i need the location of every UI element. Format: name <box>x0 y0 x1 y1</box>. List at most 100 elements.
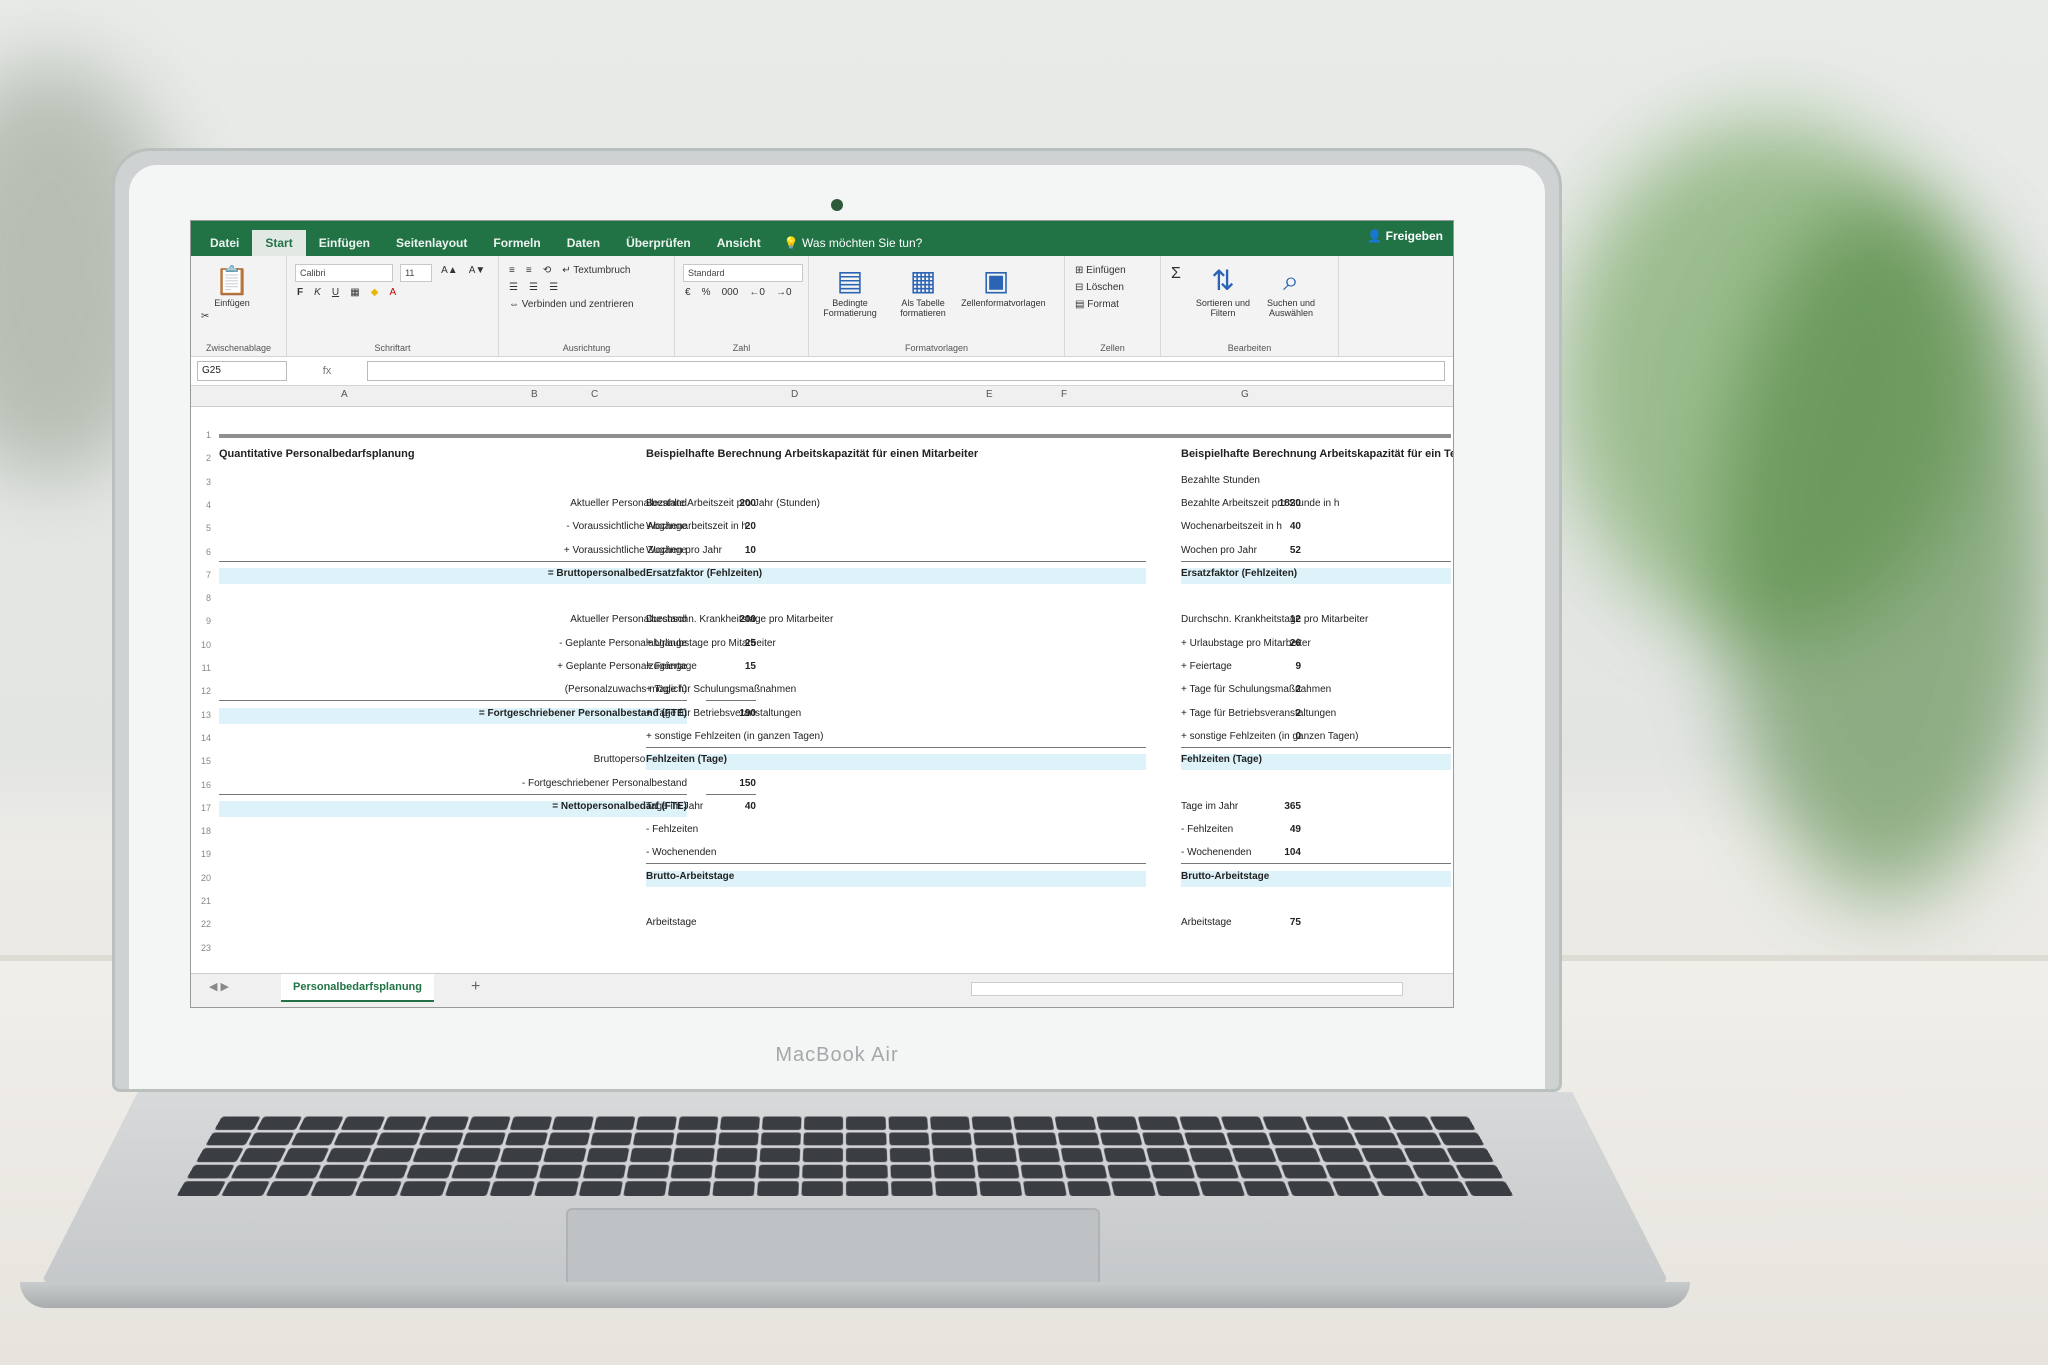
currency-button[interactable]: € <box>682 286 694 299</box>
row-label[interactable]: Ersatzfaktor (Fehlzeiten) <box>1181 567 1451 584</box>
conditional-formatting-button[interactable]: ▤ Bedingte Formatierung <box>815 264 885 318</box>
row-header[interactable]: 7 <box>193 570 211 580</box>
row-label[interactable]: Wochen pro Jahr <box>646 545 1146 562</box>
shrink-font-icon[interactable]: A▼ <box>466 264 489 277</box>
row-header[interactable]: 12 <box>193 686 211 696</box>
ribbon-tab[interactable]: Datei <box>197 230 252 256</box>
row-label[interactable]: Tage im Jahr <box>646 801 1146 817</box>
grow-font-icon[interactable]: A▲ <box>438 264 461 277</box>
row-label[interactable]: Arbeitstage <box>1181 917 1451 933</box>
ribbon-tab[interactable]: Überprüfen <box>613 230 704 256</box>
font-name-select[interactable]: Calibri <box>295 264 393 282</box>
row-header[interactable]: 15 <box>193 756 211 766</box>
cut-icon[interactable]: ✂ <box>198 310 212 323</box>
format-as-table-button[interactable]: ▦ Als Tabelle formatieren <box>888 264 958 318</box>
row-label[interactable]: + Urlaubstage pro Mitarbeiter <box>646 638 1146 654</box>
row-label[interactable]: Bezahlte Arbeitszeit pro Stunde in h <box>1181 498 1451 514</box>
row-label[interactable]: + sonstige Fehlzeiten (in ganzen Tagen) <box>1181 731 1451 748</box>
row-header[interactable]: 3 <box>193 477 211 487</box>
underline-button[interactable]: U <box>329 286 342 299</box>
row-label[interactable]: + Urlaubstage pro Mitarbeiter <box>1181 638 1451 654</box>
sheet-grid[interactable]: 1 2 3 4 5 6 7 8 9 10 11 12 13 14 15 16 17 18 19 20 21 22 23 Qua… <box>191 426 1453 974</box>
row-label[interactable]: + Tage für Betriebsveranstaltungen <box>646 708 1146 724</box>
sheet-tab[interactable]: Personalbedarfsplanung <box>281 974 434 1002</box>
row-header[interactable]: 22 <box>193 919 211 929</box>
italic-button[interactable]: K <box>311 286 324 299</box>
row-header[interactable]: 17 <box>193 803 211 813</box>
row-label[interactable]: Aktueller Personalbestand <box>219 614 687 630</box>
row-label[interactable]: = Bruttopersonalbedarf (FTE) <box>219 567 687 584</box>
add-sheet-button[interactable]: + <box>471 978 480 996</box>
row-label[interactable]: Bruttopersonalbedarf <box>219 754 687 770</box>
decrease-decimal-icon[interactable]: →0 <box>773 286 795 299</box>
sheet-nav-icon[interactable]: ◀ ▶ <box>209 980 229 993</box>
row-label[interactable]: - Wochenenden <box>1181 847 1451 865</box>
row-label[interactable]: - Fehlzeiten <box>646 824 1146 840</box>
row-header[interactable]: 18 <box>193 826 211 836</box>
align-left-icon[interactable]: ☰ <box>506 281 521 294</box>
row-label[interactable]: + Tage für Schulungsmaßnahmen <box>1181 684 1451 700</box>
column-header[interactable]: B <box>531 389 538 400</box>
row-label[interactable]: Durchschn. Krankheitstage pro Mitarbeite… <box>646 614 1146 630</box>
align-top-icon[interactable]: ≡ <box>506 264 518 277</box>
row-label[interactable]: = Fortgeschriebener Personalbestand (FTE… <box>219 707 687 724</box>
row-label[interactable]: Wochenarbeitszeit in h <box>646 521 1146 537</box>
column-header[interactable]: G <box>1241 389 1249 400</box>
row-label[interactable]: + sonstige Fehlzeiten (in ganzen Tagen) <box>646 731 1146 748</box>
ribbon-tab[interactable]: Start <box>252 230 306 256</box>
row-label[interactable]: Durchschn. Krankheitstage pro Mitarbeite… <box>1181 614 1451 630</box>
row-header[interactable]: 13 <box>193 710 211 720</box>
share-button[interactable]: 👤 Freigeben <box>1367 229 1443 243</box>
cell-styles-button[interactable]: ▣ Zellenformatvorlagen <box>961 264 1046 308</box>
column-header[interactable]: D <box>791 389 798 400</box>
ribbon-tab[interactable]: Seitenlayout <box>383 230 480 256</box>
row-label[interactable]: Fehlzeiten (Tage) <box>646 754 1146 771</box>
row-label[interactable]: - Voraussichtliche Abgänge <box>219 521 687 537</box>
tell-me-search[interactable]: 💡 Was möchten Sie tun? <box>774 230 933 256</box>
row-header[interactable]: 19 <box>193 849 211 859</box>
row-label[interactable]: + Feiertage <box>1181 661 1451 677</box>
row-label[interactable]: - Wochenenden <box>646 847 1146 865</box>
row-label[interactable]: + Feiertage <box>646 661 1146 677</box>
border-icon[interactable]: ▦ <box>347 286 362 299</box>
percent-button[interactable]: % <box>699 286 714 299</box>
row-label[interactable]: Bezahlte Stunden <box>1181 475 1451 491</box>
sort-filter-button[interactable]: ⇅ Sortieren und Filtern <box>1188 264 1258 318</box>
align-center-icon[interactable]: ☰ <box>526 281 541 294</box>
ribbon-tab[interactable]: Formeln <box>480 230 553 256</box>
row-label[interactable]: Tage im Jahr <box>1181 801 1451 817</box>
ribbon-tab[interactable]: Ansicht <box>704 230 774 256</box>
row-label[interactable]: + Geplante Personalzugänge <box>219 661 687 677</box>
horizontal-scrollbar[interactable] <box>971 982 1403 996</box>
bold-button[interactable]: F <box>294 286 306 299</box>
wrap-text-button[interactable]: ↵ Textumbruch <box>559 264 633 277</box>
fx-icon[interactable]: fx <box>287 365 367 377</box>
thousands-button[interactable]: 000 <box>719 286 742 299</box>
row-header[interactable]: 21 <box>193 896 211 906</box>
name-box[interactable]: G25 <box>197 361 287 381</box>
column-header[interactable]: E <box>986 389 993 400</box>
row-label[interactable]: Aktueller Personalbestand <box>219 498 687 514</box>
orientation-icon[interactable]: ⟲ <box>540 264 554 277</box>
row-label[interactable]: Bezahlte Arbeitszeit pro Jahr (Stunden) <box>646 498 1146 514</box>
row-label[interactable]: Wochen pro Jahr <box>1181 545 1451 562</box>
row-label[interactable]: - Geplante Personalabgänge <box>219 638 687 654</box>
row-value[interactable]: 150 <box>706 778 756 795</box>
row-header[interactable]: 14 <box>193 733 211 743</box>
align-middle-icon[interactable]: ≡ <box>523 264 535 277</box>
number-format-select[interactable]: Standard <box>683 264 803 282</box>
row-label[interactable]: - Fehlzeiten <box>1181 824 1451 840</box>
row-header[interactable]: 5 <box>193 523 211 533</box>
row-header[interactable]: 23 <box>193 943 211 953</box>
format-cells-button[interactable]: ▤ Format <box>1072 298 1122 311</box>
insert-cells-button[interactable]: ⊞ Einfügen <box>1072 264 1129 277</box>
row-label[interactable]: + Voraussichtliche Zugänge <box>219 545 687 562</box>
ribbon-tab[interactable]: Einfügen <box>306 230 383 256</box>
row-header[interactable]: 2 <box>193 453 211 463</box>
row-label[interactable]: Brutto-Arbeitstage <box>1181 870 1451 887</box>
row-header[interactable]: 20 <box>193 873 211 883</box>
row-header[interactable]: 11 <box>193 663 211 673</box>
row-label[interactable]: Arbeitstage <box>646 917 1146 933</box>
row-header[interactable]: 9 <box>193 616 211 626</box>
row-header[interactable]: 16 <box>193 780 211 790</box>
